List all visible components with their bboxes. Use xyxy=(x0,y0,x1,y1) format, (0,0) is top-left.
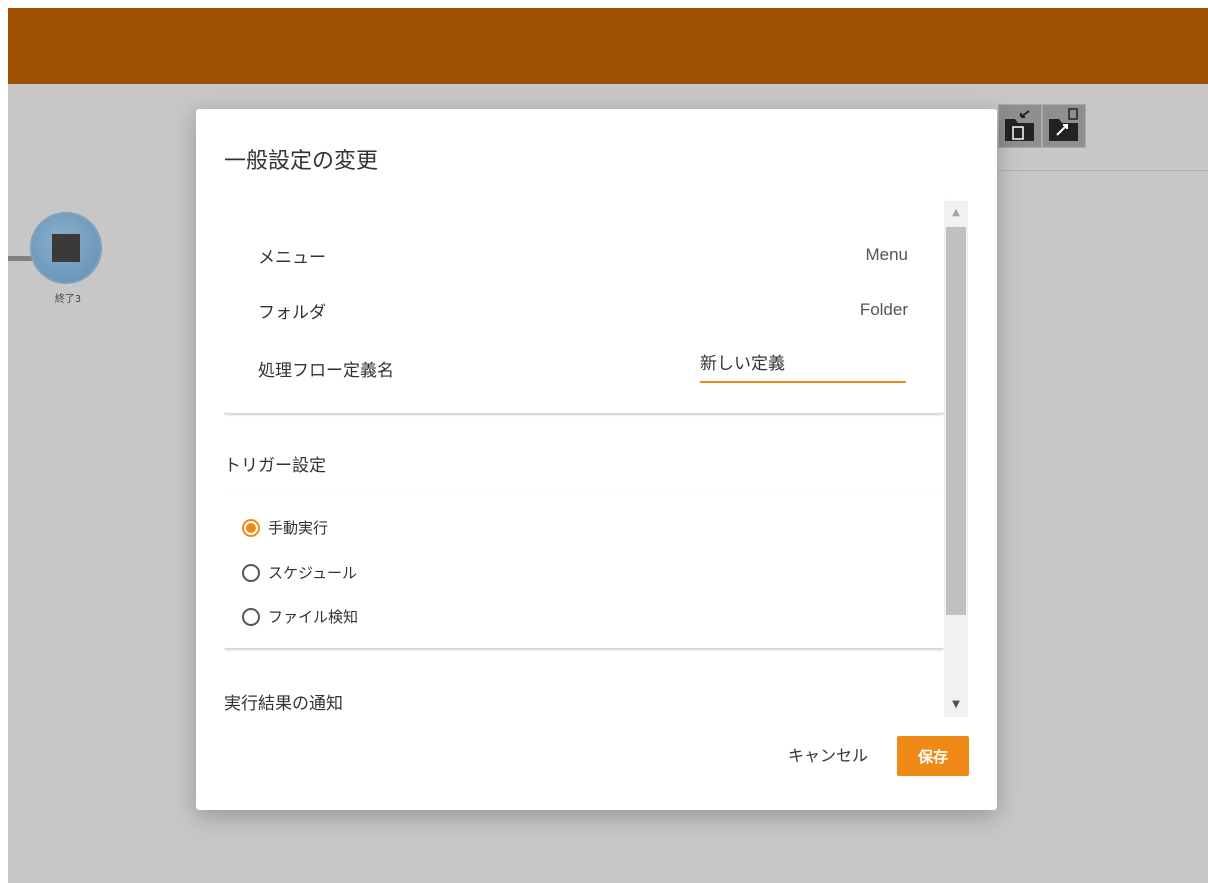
radio-schedule-label: スケジュール xyxy=(268,564,357,582)
dialog-scroll-content: メニュー Menu フォルダ Folder 処理フロー定義名 トリガー設定 手動… xyxy=(224,197,968,717)
notification-section-title: 実行結果の通知 xyxy=(224,694,343,714)
cancel-button[interactable]: キャンセル xyxy=(780,737,876,771)
flow-name-label: 処理フロー定義名 xyxy=(258,361,394,381)
trigger-options-card: 手動実行 スケジュール ファイル検知 xyxy=(224,495,944,648)
flow-name-input[interactable] xyxy=(700,341,906,383)
folder-value: Folder xyxy=(859,300,908,319)
radio-button[interactable] xyxy=(242,563,260,582)
toolbar-divider xyxy=(998,170,1208,171)
export-folder-button[interactable] xyxy=(1042,104,1086,148)
scrollbar-thumb[interactable] xyxy=(946,227,966,615)
import-folder-icon xyxy=(1005,110,1034,141)
save-button[interactable]: 保存 xyxy=(897,736,969,776)
radio-button-selected[interactable] xyxy=(242,518,260,537)
menu-label: メニュー xyxy=(258,248,326,268)
scroll-up-arrow-icon[interactable]: ▲ xyxy=(944,201,968,225)
import-folder-button[interactable] xyxy=(998,104,1042,148)
radio-file-detection-label: ファイル検知 xyxy=(268,608,359,626)
scroll-down-arrow-icon[interactable]: ▼ xyxy=(944,693,968,717)
dialog-title: 一般設定の変更 xyxy=(224,149,379,174)
radio-manual-label: 手動実行 xyxy=(268,519,329,537)
menu-value: Menu xyxy=(865,245,908,264)
general-settings-dialog: 一般設定の変更 メニュー Menu フォルダ Folder 処理フロー定義名 ト… xyxy=(196,109,997,810)
app-header-bar xyxy=(8,8,1208,84)
end-node[interactable] xyxy=(30,212,102,284)
radio-button[interactable] xyxy=(242,607,260,626)
general-info-card: メニュー Menu フォルダ Folder 処理フロー定義名 xyxy=(224,197,944,413)
trigger-section-title: トリガー設定 xyxy=(224,456,326,476)
folder-label: フォルダ xyxy=(258,303,326,323)
export-folder-icon xyxy=(1049,108,1078,141)
radio-manual[interactable]: 手動実行 xyxy=(242,517,328,538)
end-node-label: 終了3 xyxy=(54,294,82,305)
radio-schedule[interactable]: スケジュール xyxy=(242,562,357,583)
radio-file-detection[interactable]: ファイル検知 xyxy=(242,606,358,627)
dialog-scrollbar[interactable]: ▲ ▼ xyxy=(944,201,968,717)
stop-square-icon xyxy=(52,234,80,262)
